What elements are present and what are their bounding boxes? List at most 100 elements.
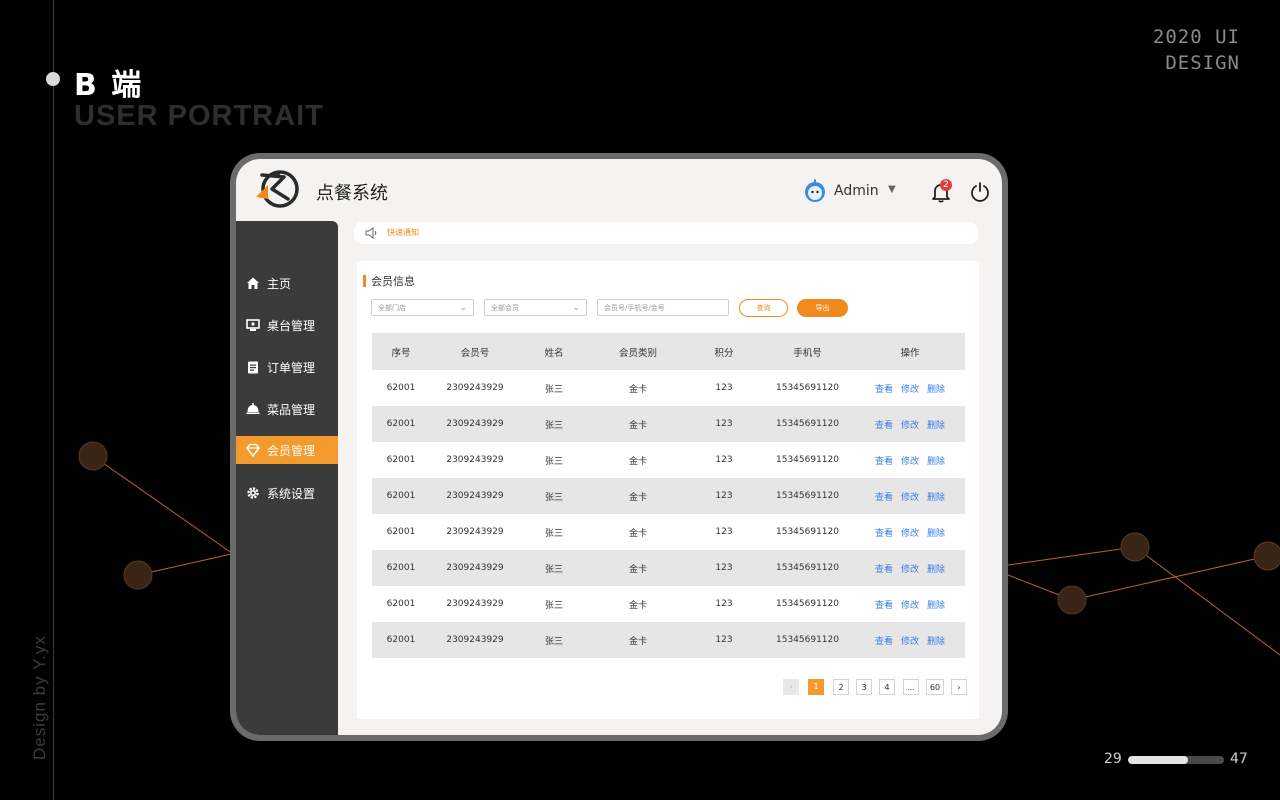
- table-cell: 15345691120: [776, 599, 839, 609]
- view-link[interactable]: 查看: [875, 637, 893, 647]
- app-logo-icon: [256, 170, 299, 208]
- edit-link[interactable]: 修改: [901, 385, 919, 395]
- sidebar-item-dishes[interactable]: 菜品管理: [236, 395, 338, 423]
- table-row: 62001 2309243929 张三 金卡 123 15345691120 查看 修改 删除: [372, 586, 965, 622]
- delete-link[interactable]: 删除: [927, 637, 945, 647]
- view-link[interactable]: 查看: [875, 601, 893, 611]
- edit-link[interactable]: 修改: [901, 637, 919, 647]
- row-actions: 查看 修改 删除: [855, 598, 965, 611]
- search-placeholder: 会员号/手机号/会号: [604, 304, 665, 312]
- slide-page-total: 47: [1230, 751, 1248, 767]
- edit-link[interactable]: 修改: [901, 457, 919, 467]
- edit-link[interactable]: 修改: [901, 565, 919, 575]
- table-cell: 2309243929: [446, 563, 504, 573]
- delete-link[interactable]: 删除: [927, 601, 945, 611]
- table-row: 62001 2309243929 张三 金卡 123 15345691120 查看 修改 删除: [372, 622, 965, 658]
- table-cell: 123: [715, 491, 733, 501]
- sidebar-item-members[interactable]: 会员管理: [236, 436, 338, 464]
- table-cell: 62001: [386, 563, 416, 573]
- page-button-last[interactable]: 60: [926, 679, 944, 695]
- sidebar-item-tables[interactable]: 桌台管理: [236, 311, 338, 339]
- edit-link[interactable]: 修改: [901, 601, 919, 611]
- next-page-button[interactable]: ›: [951, 679, 967, 695]
- page-button-4[interactable]: 4: [879, 679, 895, 695]
- delete-link[interactable]: 删除: [927, 493, 945, 503]
- view-link[interactable]: 查看: [875, 421, 893, 431]
- sidebar-item-label: 主页: [267, 276, 292, 291]
- delete-link[interactable]: 删除: [927, 385, 945, 395]
- store-filter-select[interactable]: 全部门店 ⌄: [371, 299, 474, 316]
- query-button[interactable]: 查询: [739, 299, 788, 317]
- notice-text: 快速通知: [387, 228, 419, 237]
- table-row: 62001 2309243929 张三 金卡 123 15345691120 查看 修改 删除: [372, 550, 965, 586]
- table-cell: 15345691120: [776, 455, 839, 465]
- slide-subtitle: USER PORTRAIT: [74, 100, 324, 132]
- table-cell: 15345691120: [776, 563, 839, 573]
- table-cell: 金卡: [628, 564, 647, 575]
- prev-page-button[interactable]: ‹: [783, 679, 799, 695]
- sidebar-item-label: 会员管理: [267, 443, 316, 458]
- column-header: 姓名: [544, 347, 564, 359]
- designer-credit: Design by Y.yx: [30, 635, 49, 760]
- edit-link[interactable]: 修改: [901, 493, 919, 503]
- chevron-down-icon: ⌄: [572, 303, 580, 313]
- table-row: 62001 2309243929 张三 金卡 123 15345691120 查看 修改 删除: [372, 442, 965, 478]
- table-cell: 123: [715, 599, 733, 609]
- table-cell: 2309243929: [446, 491, 504, 501]
- sidebar-item-orders[interactable]: 订单管理: [236, 353, 338, 381]
- row-actions: 查看 修改 删除: [855, 454, 965, 467]
- notice-bar[interactable]: 快速通知: [354, 222, 978, 244]
- table-cell: 张三: [544, 600, 563, 611]
- app-header: 点餐系统 Admin ▼ 2: [236, 159, 1002, 221]
- view-link[interactable]: 查看: [875, 385, 893, 395]
- table-cell: 123: [715, 527, 733, 537]
- table-cell: 张三: [544, 636, 563, 647]
- table-cell: 2309243929: [446, 455, 504, 465]
- store-filter-value: 全部门店: [378, 304, 406, 312]
- table-cell: 金卡: [628, 420, 647, 431]
- view-link[interactable]: 查看: [875, 457, 893, 467]
- column-header: 积分: [714, 347, 734, 359]
- table-cell: 62001: [386, 527, 416, 537]
- sidebar-item-settings[interactable]: 系统设置: [236, 479, 338, 507]
- user-menu-caret-icon[interactable]: ▼: [888, 184, 896, 195]
- corner-line-1: 2020 UI: [1152, 26, 1240, 48]
- delete-link[interactable]: 删除: [927, 421, 945, 431]
- page-button-3[interactable]: 3: [856, 679, 872, 695]
- page-button-2[interactable]: 2: [833, 679, 849, 695]
- page-button-1[interactable]: 1: [808, 679, 824, 695]
- view-link[interactable]: 查看: [875, 565, 893, 575]
- table-cell: 123: [715, 383, 733, 393]
- table-cell: 张三: [544, 456, 563, 467]
- table-cell: 15345691120: [776, 527, 839, 537]
- sidebar-item-home[interactable]: 主页: [236, 269, 338, 297]
- corner-label: 2020 UI DESIGN: [1153, 24, 1240, 76]
- search-input[interactable]: 会员号/手机号/会号: [597, 299, 729, 316]
- table-cell: 62001: [386, 635, 416, 645]
- member-filter-select[interactable]: 全部会员 ⌄: [484, 299, 587, 316]
- table-cell: 张三: [544, 384, 563, 395]
- table-cell: 张三: [544, 420, 563, 431]
- export-button[interactable]: 导出: [797, 299, 848, 317]
- robot-avatar-icon[interactable]: [803, 179, 827, 203]
- delete-link[interactable]: 删除: [927, 529, 945, 539]
- power-icon[interactable]: [970, 181, 990, 203]
- edit-link[interactable]: 修改: [901, 421, 919, 431]
- table-cell: 2309243929: [446, 599, 504, 609]
- table-cell: 张三: [544, 564, 563, 575]
- user-name[interactable]: Admin: [834, 183, 879, 199]
- app-screen: 点餐系统 Admin ▼ 2 主页 桌台管理 订单管理 菜品管理 会员管理 系统…: [236, 159, 1002, 735]
- view-link[interactable]: 查看: [875, 529, 893, 539]
- app-title: 点餐系统: [316, 183, 388, 204]
- table-cell: 2309243929: [446, 419, 504, 429]
- view-link[interactable]: 查看: [875, 493, 893, 503]
- slide-page-current: 29: [1104, 751, 1122, 767]
- edit-link[interactable]: 修改: [901, 529, 919, 539]
- table-cell: 123: [715, 419, 733, 429]
- sidebar-item-label: 系统设置: [267, 486, 316, 501]
- row-actions: 查看 修改 删除: [855, 490, 965, 503]
- member-info-panel: 会员信息 全部门店 ⌄ 全部会员 ⌄ 会员号/手机号/会号 查询 导出 序号 会员号…: [357, 261, 979, 719]
- delete-link[interactable]: 删除: [927, 457, 945, 467]
- section-marker: [363, 275, 366, 287]
- delete-link[interactable]: 删除: [927, 565, 945, 575]
